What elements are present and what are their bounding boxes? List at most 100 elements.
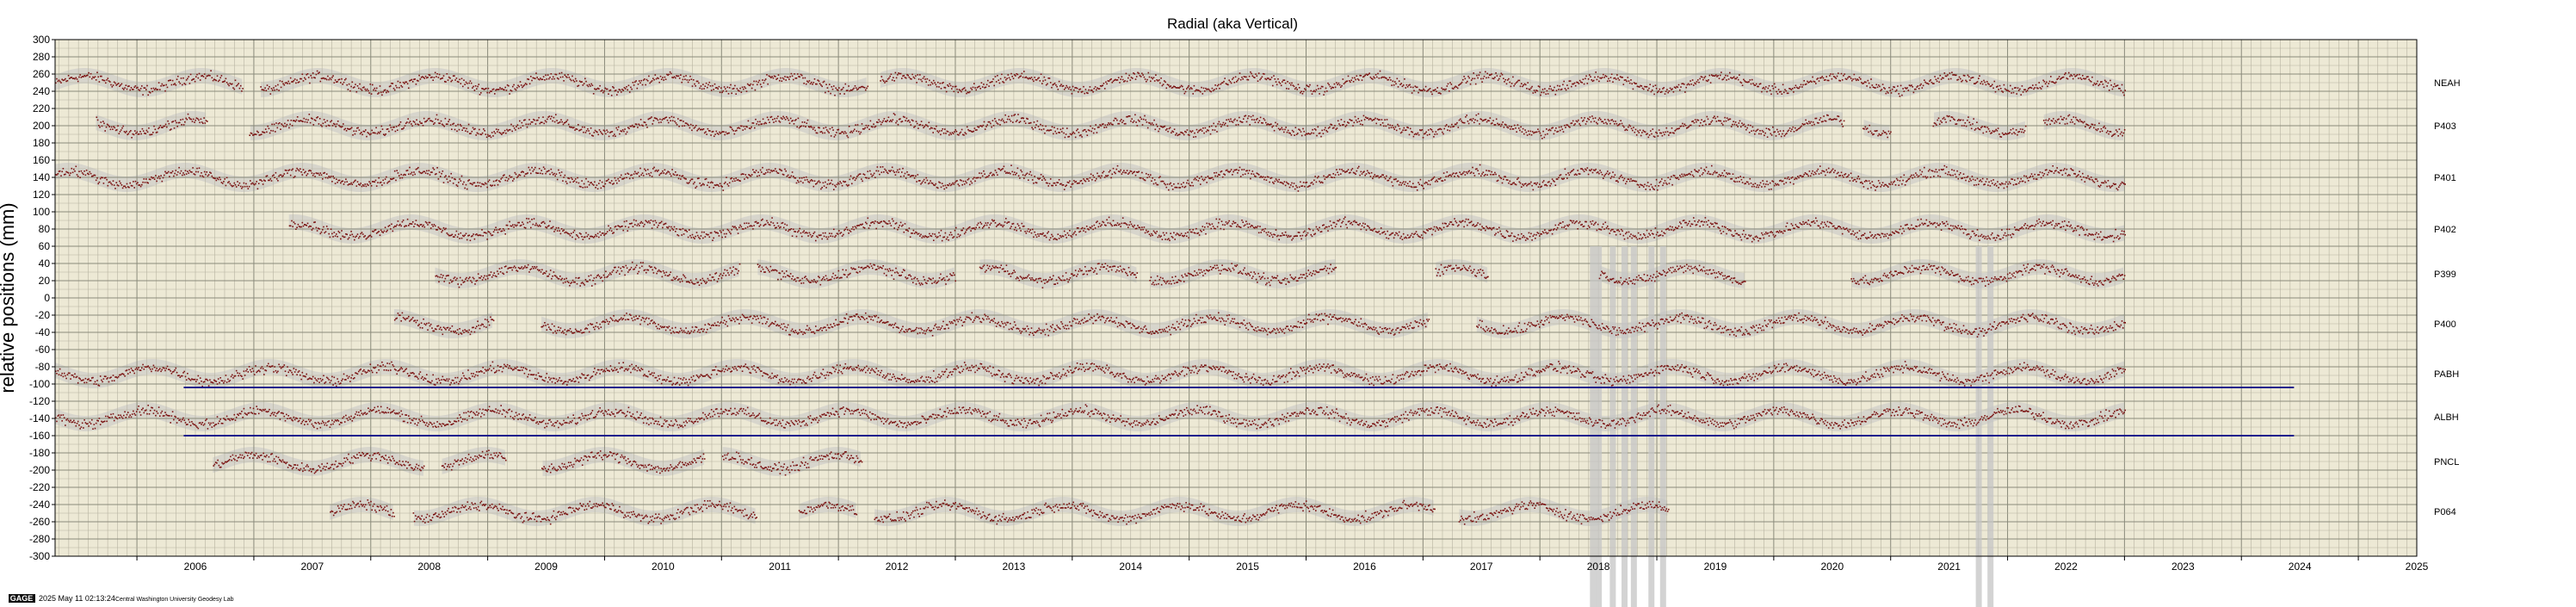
data-point	[471, 130, 473, 133]
data-point	[182, 118, 184, 121]
data-point	[2037, 87, 2039, 90]
data-point	[148, 127, 150, 129]
data-point	[1750, 124, 1751, 127]
data-point	[1656, 132, 1658, 134]
data-point	[1941, 121, 1943, 123]
data-point	[1831, 77, 1833, 80]
data-point	[1250, 71, 1251, 73]
data-point	[102, 177, 103, 179]
data-point	[436, 114, 438, 116]
data-point	[1486, 77, 1487, 79]
data-point	[725, 181, 726, 183]
data-point	[1331, 124, 1333, 126]
data-point	[1297, 133, 1299, 134]
data-point	[822, 132, 824, 134]
data-point	[1561, 128, 1564, 130]
data-point	[595, 187, 596, 189]
data-point	[1518, 79, 1521, 82]
data-point	[743, 173, 744, 176]
data-point	[1891, 88, 1893, 90]
data-point	[1513, 124, 1516, 127]
data-point	[238, 83, 239, 84]
data-point	[406, 121, 408, 123]
data-point	[330, 78, 332, 81]
data-point	[2000, 136, 2003, 138]
data-point	[732, 180, 734, 183]
data-point	[1781, 93, 1783, 95]
data-point	[927, 84, 930, 86]
data-point	[1585, 121, 1588, 122]
data-point	[454, 75, 455, 77]
data-point	[754, 127, 756, 129]
data-point	[1608, 77, 1609, 80]
data-point	[2103, 125, 2105, 127]
data-point	[257, 183, 260, 184]
data-point	[769, 121, 770, 123]
data-point	[1387, 78, 1390, 81]
data-point	[828, 132, 830, 133]
data-point	[306, 173, 309, 175]
data-point	[859, 173, 862, 175]
data-point	[787, 117, 788, 120]
data-point	[157, 177, 159, 179]
data-point	[105, 82, 107, 84]
data-point	[1639, 86, 1640, 88]
data-point	[1183, 89, 1184, 90]
data-point	[1516, 131, 1517, 133]
data-point	[449, 77, 451, 79]
data-point	[234, 79, 237, 82]
data-point	[125, 187, 127, 189]
data-point	[788, 122, 791, 124]
data-point	[1793, 131, 1795, 133]
data-point	[1955, 123, 1958, 125]
data-point	[894, 114, 896, 116]
data-point	[1992, 87, 1994, 90]
data-point	[530, 172, 532, 175]
data-point	[270, 88, 273, 90]
data-point	[1935, 122, 1937, 125]
data-point	[911, 73, 913, 76]
data-point	[460, 77, 463, 80]
data-point	[550, 168, 553, 170]
data-point	[1429, 88, 1431, 90]
data-point	[1708, 79, 1709, 81]
data-point	[90, 172, 92, 175]
data-point	[167, 170, 170, 173]
data-point	[1943, 116, 1945, 119]
data-point	[762, 79, 763, 81]
data-point	[1230, 82, 1232, 84]
data-point	[1487, 77, 1490, 78]
data-point	[877, 170, 880, 172]
data-point	[133, 86, 135, 89]
data-point	[345, 178, 347, 180]
data-point	[161, 180, 164, 183]
data-point	[1334, 86, 1337, 89]
data-point	[651, 80, 653, 82]
data-point	[58, 79, 60, 81]
data-point	[644, 121, 646, 124]
data-point	[792, 120, 794, 121]
data-point	[305, 78, 306, 80]
data-point	[919, 74, 921, 76]
data-point	[1076, 87, 1078, 90]
data-point	[207, 174, 210, 176]
data-point	[1079, 88, 1082, 90]
data-point	[1610, 73, 1613, 75]
data-point	[1538, 130, 1540, 133]
data-point	[275, 178, 278, 180]
data-point	[1528, 130, 1529, 133]
data-point	[1717, 75, 1719, 77]
data-point	[974, 87, 976, 89]
data-point	[490, 136, 492, 139]
data-point	[199, 121, 201, 124]
data-point	[719, 91, 721, 94]
data-point	[1940, 120, 1942, 122]
data-point	[1752, 83, 1754, 84]
data-point	[505, 90, 508, 91]
data-point	[945, 133, 947, 134]
data-point	[310, 170, 312, 172]
data-point	[998, 168, 1001, 170]
data-point	[1211, 125, 1213, 127]
data-point	[1782, 133, 1783, 135]
data-point	[1945, 121, 1947, 123]
